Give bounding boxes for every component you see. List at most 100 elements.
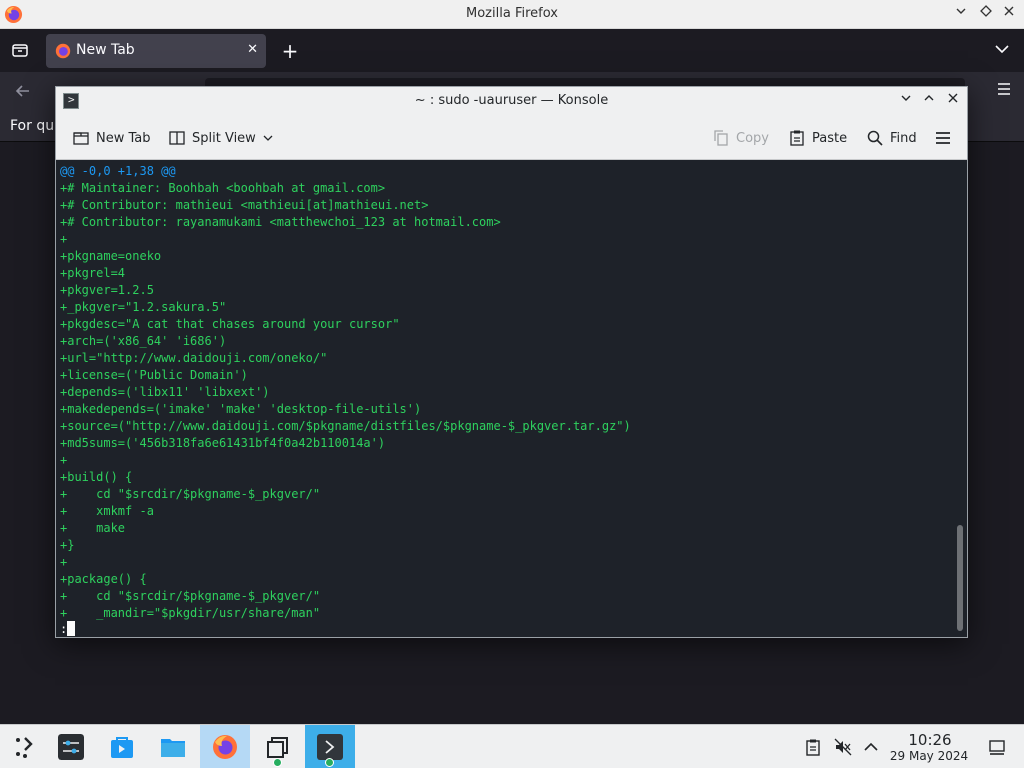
clipboard-icon[interactable] — [804, 738, 822, 756]
show-desktop-icon[interactable] — [988, 738, 1006, 756]
file-manager-icon — [161, 739, 185, 757]
taskbar-konsole[interactable] — [305, 725, 355, 768]
list-all-tabs-button[interactable] — [992, 39, 1012, 59]
add-badge-icon — [273, 758, 282, 767]
firefox-icon — [213, 735, 237, 759]
konsole-minimize-button[interactable] — [896, 91, 916, 111]
add-badge-icon — [325, 758, 334, 767]
tab-close-button[interactable]: ✕ — [247, 42, 258, 57]
terminal-line: +url="http://www.daidouji.com/oneko/" — [60, 351, 328, 365]
terminal-output: @@ -0,0 +1,38 @@ +# Maintainer: Boohbah <… — [60, 163, 631, 622]
hamburger-menu-icon — [936, 132, 950, 144]
find-label: Find — [890, 130, 917, 146]
close-icon — [1004, 6, 1014, 16]
firefox-window-title: Mozilla Firefox — [466, 6, 558, 21]
terminal-line: + cd "$srcdir/$pkgname-$_pkgver/" — [60, 589, 321, 603]
terminal-line: + xmkmf -a — [60, 504, 154, 518]
new-tab-icon — [73, 132, 89, 145]
split-view-icon — [169, 131, 185, 145]
paste-icon — [790, 130, 804, 146]
terminal-line: +source=("http://www.daidouji.com/$pkgna… — [60, 419, 631, 433]
copy-button[interactable]: Copy — [712, 125, 769, 151]
terminal-line: +build() { — [60, 470, 133, 484]
search-icon — [867, 130, 883, 146]
new-tab-button[interactable]: New Tab — [72, 125, 151, 151]
application-launcher-button[interactable] — [0, 725, 50, 768]
terminal-line: + — [60, 555, 68, 569]
terminal-line: +# Contributor: rayanamukami <matthewcho… — [60, 215, 501, 229]
chevron-down-icon — [995, 45, 1009, 54]
system-settings-icon — [58, 734, 84, 760]
konsole-window-title: ~ : sudo -uauruser — Konsole — [414, 93, 609, 108]
taskbar-discover[interactable] — [97, 725, 147, 768]
bookmarks-hint-text: For qui — [10, 118, 58, 134]
terminal-line: + — [60, 232, 68, 246]
back-button[interactable] — [14, 82, 32, 105]
terminal-line: + — [60, 453, 68, 467]
terminal-line: +md5sums=('456b318fa6e61431bf4f0a42b1100… — [60, 436, 386, 450]
clock-time[interactable]: 10:26 — [890, 731, 970, 749]
paste-button[interactable]: Paste — [788, 125, 847, 151]
tabs-list-button[interactable] — [10, 40, 30, 60]
terminal-scrollbar-thumb[interactable] — [957, 525, 963, 631]
terminal-line: +depends=('libx11' 'libxext') — [60, 385, 270, 399]
terminal-line: +package() { — [60, 572, 147, 586]
terminal-line: +} — [60, 538, 75, 552]
app-menu-button[interactable] — [996, 81, 1012, 102]
diamond-icon — [980, 5, 992, 17]
terminal-line: +pkgver=1.2.5 — [60, 283, 154, 297]
new-tab-label: New Tab — [96, 130, 151, 146]
konsole-icon — [317, 734, 343, 760]
chevron-up-icon — [924, 95, 934, 101]
tab-label: New Tab — [76, 42, 135, 58]
copy-label: Copy — [736, 130, 769, 146]
terminal-line: +license=('Public Domain') — [60, 368, 248, 382]
tabs-list-icon — [12, 44, 28, 57]
text-cursor — [67, 621, 76, 636]
terminal-line: +pkgdesc="A cat that chases around your … — [60, 317, 400, 331]
back-arrow-icon — [15, 85, 29, 97]
discover-store-icon — [111, 737, 133, 758]
taskbar-task-switcher[interactable] — [253, 725, 303, 768]
find-button[interactable]: Find — [866, 125, 917, 151]
terminal-line: +pkgrel=4 — [60, 266, 126, 280]
terminal-line: +# Maintainer: Boohbah <boohbah at gmail… — [60, 181, 386, 195]
taskbar-firefox[interactable] — [200, 725, 250, 768]
terminal-view[interactable]: @@ -0,0 +1,38 @@ +# Maintainer: Boohbah <… — [56, 160, 967, 637]
taskbar-system-settings[interactable] — [46, 725, 96, 768]
konsole-menu-button[interactable] — [934, 125, 952, 151]
taskbar-file-manager[interactable] — [148, 725, 198, 768]
firefox-icon — [55, 43, 71, 59]
prompt-text: : — [60, 622, 68, 636]
terminal-line: +makedepends=('imake' 'make' 'desktop-fi… — [60, 402, 422, 416]
terminal-line: +pkgname=oneko — [60, 249, 162, 263]
show-hidden-icons-icon[interactable] — [862, 738, 880, 756]
konsole-titlebar: > ~ : sudo -uauruser — Konsole — [56, 87, 967, 116]
minimize-button[interactable] — [951, 4, 971, 24]
terminal-prompt: : — [60, 621, 76, 637]
konsole-maximize-button[interactable] — [919, 91, 939, 111]
chevron-down-icon — [263, 135, 273, 141]
chevron-down-icon — [956, 8, 966, 14]
firefox-tabbar: New Tab ✕ + — [0, 29, 1024, 72]
split-view-button[interactable]: Split View — [168, 125, 274, 151]
chevron-down-icon — [901, 95, 911, 101]
maximize-button[interactable] — [976, 4, 996, 24]
close-window-button[interactable] — [999, 4, 1019, 24]
konsole-toolbar: New Tab Split View Copy Paste Find — [56, 116, 967, 160]
firefox-titlebar: Mozilla Firefox — [0, 0, 1024, 29]
application-launcher-icon — [16, 737, 33, 758]
konsole-window: > ~ : sudo -uauruser — Konsole New Tab S… — [55, 86, 968, 638]
split-view-label: Split View — [192, 130, 256, 146]
terminal-line: + make — [60, 521, 126, 535]
terminal-line: +_pkgver="1.2.sakura.5" — [60, 300, 227, 314]
new-tab-button[interactable]: + — [280, 39, 300, 63]
diff-hunk-header: @@ -0,0 +1,38 @@ — [60, 164, 176, 178]
taskbar: 10:26 29 May 2024 — [0, 724, 1024, 768]
clock-date[interactable]: 29 May 2024 — [886, 749, 972, 763]
tab-new-tab[interactable]: New Tab ✕ — [46, 34, 266, 68]
task-switcher-icon — [267, 737, 288, 758]
konsole-close-button[interactable] — [943, 91, 963, 111]
volume-muted-icon[interactable] — [834, 738, 852, 756]
terminal-line: +# Contributor: mathieui <mathieui[at]ma… — [60, 198, 429, 212]
